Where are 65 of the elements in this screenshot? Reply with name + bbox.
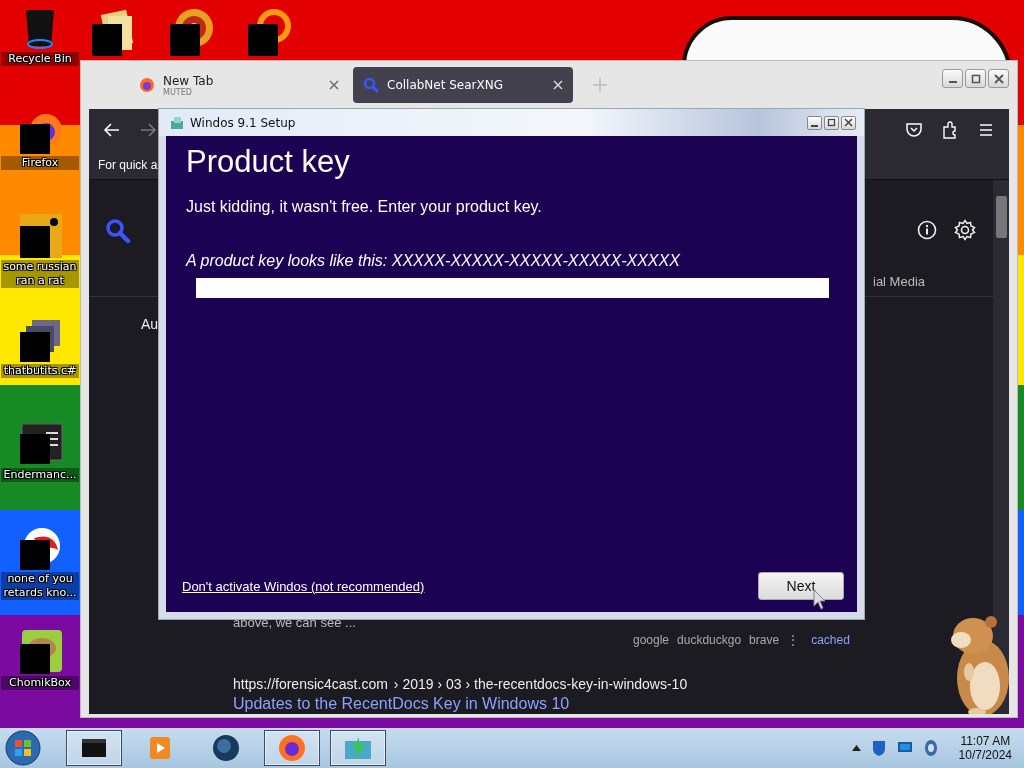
engine-label: google [633,633,670,647]
skip-activation-link[interactable]: Don't activate Windos (not recommended) [182,578,425,594]
setup-icon [170,115,184,130]
desktop-icon-label[interactable]: none of you retards kno... [1,572,79,600]
show-hidden-icon[interactable] [851,745,861,751]
clock[interactable]: 11:07 AM 10/7/2024 [958,734,1012,762]
search-icon[interactable] [105,218,131,244]
ring-icon[interactable] [246,8,294,56]
taskbar-app[interactable] [264,730,320,766]
firefox-icon [139,77,155,93]
close-button[interactable] [841,115,856,130]
forward-icon[interactable] [139,121,157,139]
result-text: Au [141,316,159,332]
minimize-button[interactable] [942,69,963,88]
desktop-icon-label[interactable]: ChomikBox [1,676,79,690]
desktop-icon-label[interactable]: Recycle Bin [1,52,79,66]
close-icon[interactable] [329,80,339,90]
maximize-icon [827,118,836,127]
minimize-icon [811,124,818,127]
search-icon [363,77,379,93]
minimize-icon [948,80,957,83]
browser-tab[interactable]: CollabNet SearXNG [353,67,573,103]
menu-icon[interactable] [977,121,995,139]
maximize-button[interactable] [965,69,986,88]
shield-icon[interactable] [870,739,887,757]
minimize-button[interactable] [807,115,822,130]
next-button[interactable]: Next [758,572,844,600]
desktop-icon-label[interactable]: Firefox [1,156,79,170]
result-path: › 2019 › 03 › the-recentdocs-key-in-windows-10 [393,676,688,692]
pocket-icon[interactable] [905,121,923,139]
cached-link[interactable]: cached [811,633,850,647]
product-key-field[interactable] [196,278,829,298]
maximize-button[interactable] [824,115,839,130]
settings-icon[interactable] [954,219,976,241]
heading: Product key [186,144,351,180]
back-icon[interactable] [103,121,121,139]
engine-label: duckduckgo [677,633,742,647]
start-button[interactable] [4,729,42,767]
result-snippet: above, we can see ... [233,615,356,630]
taskbar-app[interactable] [66,730,122,766]
browser-tab[interactable]: New Tab MUTED [129,67,349,103]
instruction-text: Just kidding, it wasn't free. Enter your product key. [186,198,543,216]
disc-icon[interactable] [168,8,216,56]
taskbar-app[interactable] [330,730,386,766]
cursor-icon [813,589,827,611]
format-hint: A product key looks like this: XXXXX-XXXXX-XXXXX-XXXXX-XXXXX [186,252,681,270]
scrollbar-thumb[interactable] [996,196,1007,238]
firefox-icon [277,733,307,763]
scrollbar[interactable] [993,180,1009,714]
close-icon [844,118,853,127]
close-icon [992,72,1005,85]
result-url: https://forensic4cast.com [233,676,388,692]
desktop-icon-label[interactable]: Endermanc... [1,468,79,482]
extensions-icon[interactable] [941,121,959,139]
monitor-icon[interactable] [896,741,913,755]
more-symbol[interactable]: ⋮ [787,633,800,647]
close-button[interactable] [988,69,1009,88]
maximize-icon [969,72,982,85]
window-title: Windos 9.1 Setup [190,115,296,130]
engine-label: brave [749,633,780,647]
result-title-link[interactable]: Updates to the RecentDocs Key in Windows 10 [233,695,570,713]
globe-icon [211,733,241,763]
bookmarks-hint: For quick a [98,158,158,172]
category-tab[interactable]: ial Media [873,274,926,289]
info-icon[interactable] [917,220,937,240]
